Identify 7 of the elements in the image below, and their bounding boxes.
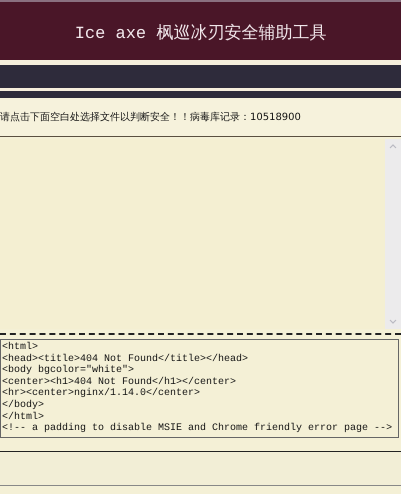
- scan-result-text: <html> <head><title>404 Not Found</title></head> <body bgcolor="white"> <center><h1>404 Not Found</h1></center> <hr><center>nginx/1.14.0</center> </body> </html> <!-- a padding to disable MSIE and Chrome friendly error page -->: [0, 339, 399, 438]
- app-title: Ice axe 枫巡冰刃安全辅助工具: [74, 22, 326, 44]
- instruction-text: 请点击下面空白处选择文件以判断安全！！病毒库记录：10518900: [0, 110, 301, 124]
- scrollbar[interactable]: [385, 139, 401, 329]
- scroll-down-icon[interactable]: [389, 319, 397, 325]
- file-drop-area[interactable]: [0, 139, 401, 329]
- scroll-up-icon[interactable]: [389, 143, 397, 149]
